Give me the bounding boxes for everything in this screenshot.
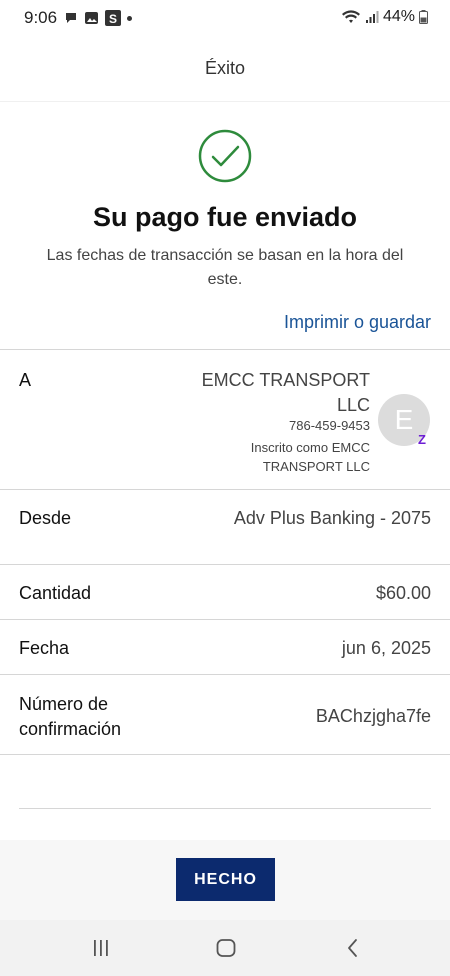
page-title: Éxito — [204, 58, 246, 78]
bottom-action-panel: HECHO — [0, 840, 450, 920]
confirmation-number-value: BAChzjgha7fe — [315, 706, 431, 726]
zelle-badge-letter: Z — [418, 432, 426, 447]
recent-apps-icon[interactable] — [89, 936, 113, 960]
home-icon[interactable] — [214, 936, 238, 960]
divider — [0, 489, 450, 490]
status-bar: 9:06 S 44% — [0, 0, 450, 36]
divider — [0, 754, 450, 755]
s-app-icon: S — [105, 10, 121, 26]
recipient-enrolled-name: Inscrito como EMCC TRANSPORT LLC — [250, 440, 370, 474]
system-nav-bar — [0, 920, 450, 976]
recipient-phone: 786-459-9453 — [289, 418, 370, 433]
wifi-icon — [341, 10, 360, 23]
more-notifications-dot-icon — [127, 15, 132, 21]
date-label: Fecha — [19, 638, 70, 658]
back-icon[interactable] — [341, 936, 365, 960]
confirmation-number-label: Número de confirmación — [19, 694, 122, 739]
print-or-save-link[interactable]: Imprimir o guardar — [284, 312, 431, 333]
date-value: jun 6, 2025 — [341, 638, 431, 658]
status-time: 9:06 — [24, 8, 58, 27]
recipient-name: EMCC TRANSPORT LLC — [201, 370, 370, 415]
amount-value: $60.00 — [375, 583, 431, 603]
to-label: A — [19, 370, 32, 390]
battery-icon — [419, 10, 428, 24]
battery-percent: 44% — [382, 8, 415, 25]
check-circle-icon — [198, 129, 252, 183]
divider — [0, 349, 450, 350]
divider — [0, 619, 450, 620]
divider — [19, 808, 431, 809]
status-right: 44% — [341, 8, 428, 26]
chat-bubble-icon — [66, 13, 76, 23]
svg-text:S: S — [109, 12, 117, 26]
divider — [0, 564, 450, 565]
timezone-note: Las fechas de transacción se basan en la… — [46, 247, 404, 288]
app-header: Éxito — [0, 36, 450, 102]
signal-icon — [365, 11, 379, 23]
amount-label: Cantidad — [19, 583, 92, 603]
from-account-value: Adv Plus Banking - 2075 — [233, 508, 431, 528]
notification-icons: S — [64, 10, 132, 26]
divider — [0, 674, 450, 675]
done-button[interactable]: HECHO — [176, 858, 275, 901]
gallery-icon — [85, 12, 98, 24]
confirmation-title: Su pago fue enviado — [92, 202, 358, 232]
zelle-badge-icon: Z — [414, 432, 430, 448]
from-label: Desde — [19, 508, 72, 528]
